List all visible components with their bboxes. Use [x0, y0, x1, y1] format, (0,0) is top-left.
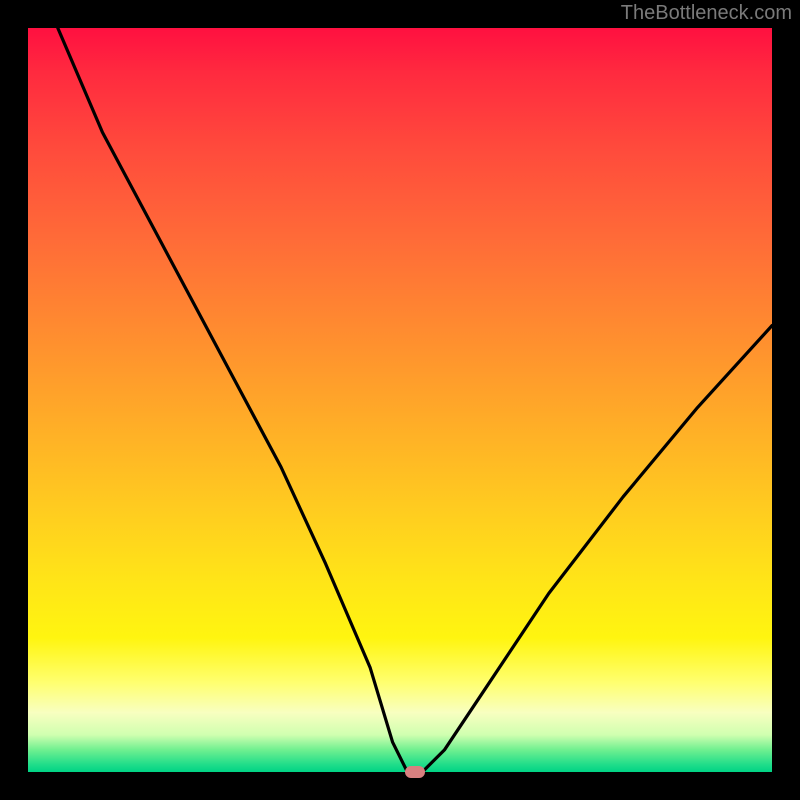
watermark-text: TheBottleneck.com	[621, 2, 792, 25]
chart-frame: TheBottleneck.com	[0, 0, 800, 800]
curve-layer	[28, 28, 772, 772]
plot-area	[28, 28, 772, 772]
optimal-point-marker	[405, 766, 425, 778]
bottleneck-curve-path	[58, 28, 772, 772]
